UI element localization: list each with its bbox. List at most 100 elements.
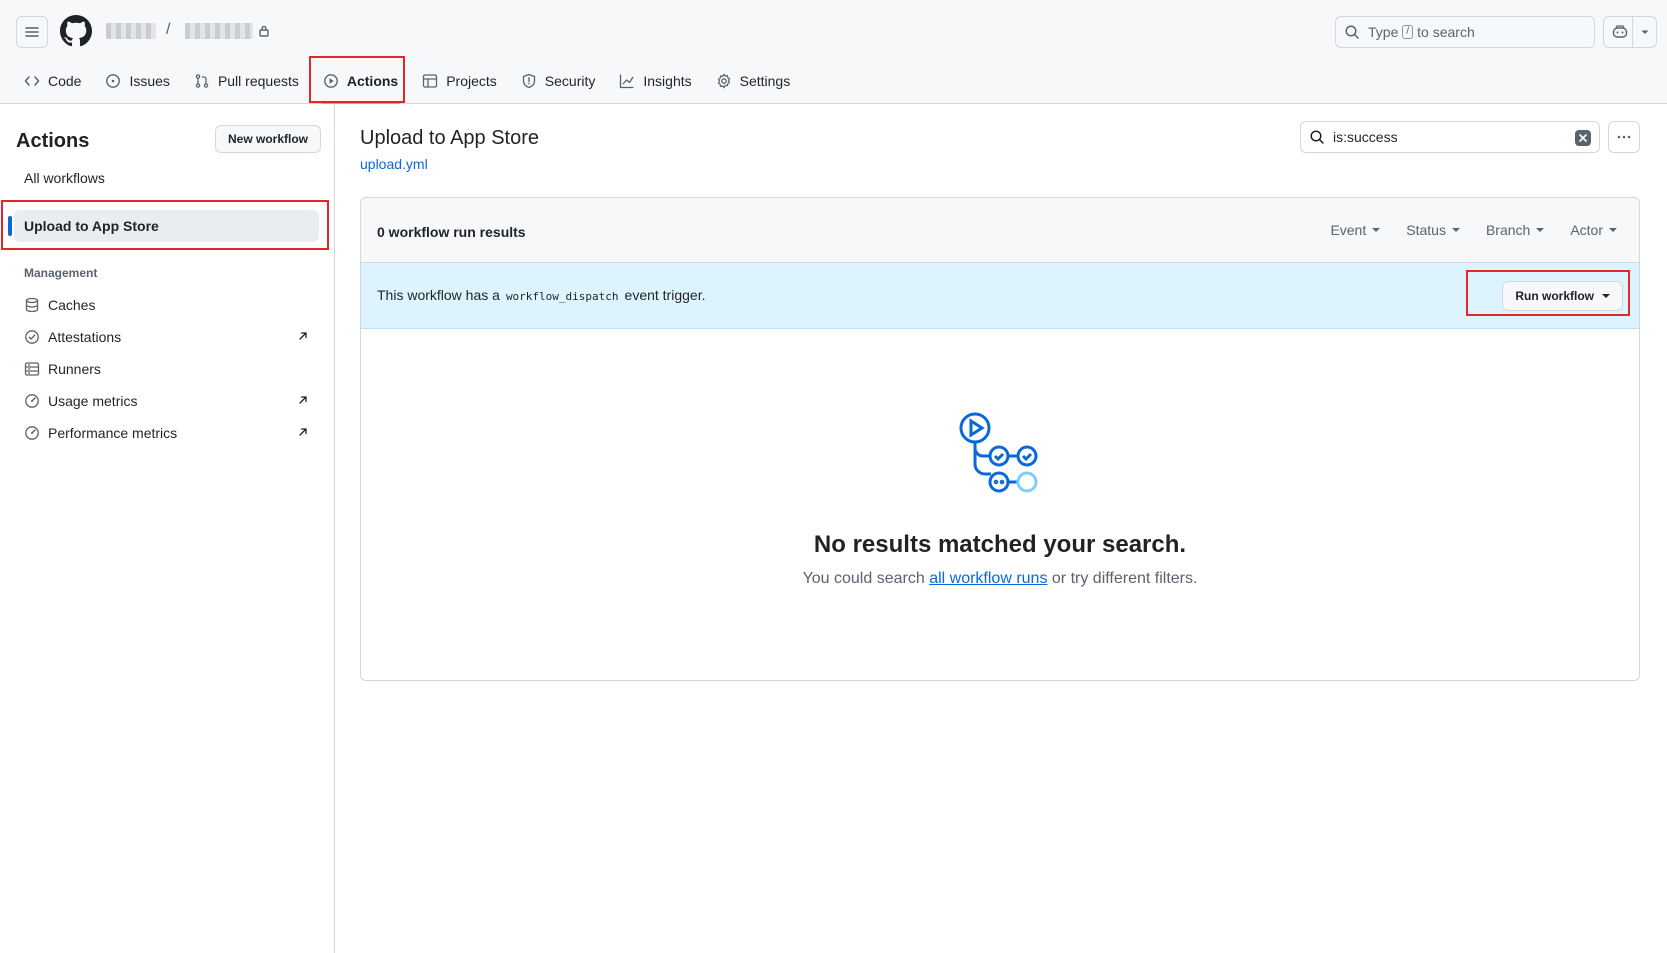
tab-insights-label: Insights (643, 73, 692, 89)
more-options-button[interactable] (1608, 121, 1640, 153)
repo-nav: Code Issues Pull requests Actions Projec… (14, 58, 804, 104)
selected-indicator (8, 216, 12, 236)
actor-filter-label: Actor (1570, 222, 1603, 238)
banner-text: This workflow has a workflow_dispatch even… (377, 287, 705, 303)
tab-issues-label: Issues (129, 73, 170, 89)
meter-icon (25, 426, 39, 440)
global-header: / Type / to search Code Issues Pull requ… (0, 0, 1667, 104)
tab-security-label: Security (544, 73, 596, 89)
search-icon (1345, 25, 1359, 39)
tab-issues[interactable]: Issues (95, 65, 179, 97)
management-heading: Management (24, 266, 98, 280)
tab-insights[interactable]: Insights (609, 65, 701, 97)
new-workflow-button[interactable]: New workflow (215, 125, 322, 153)
runners-label: Runners (48, 361, 101, 377)
empty-state-title: No results matched your search. (813, 531, 1187, 558)
server-icon (24, 362, 40, 376)
global-search[interactable]: Type / to search (1335, 16, 1595, 48)
chevron-down-icon (1641, 30, 1649, 34)
sidebar-item-usage-metrics[interactable]: Usage metrics (24, 389, 319, 413)
workflow-file-link[interactable]: upload.yml (360, 156, 428, 172)
sidebar-item-caches[interactable]: Caches (24, 293, 319, 317)
tab-pull-requests-label: Pull requests (217, 73, 299, 89)
banner-suffix: event trigger. (624, 287, 706, 303)
all-workflow-runs-link[interactable]: all workflow runs (929, 570, 1047, 587)
run-workflow-label: Run workflow (1515, 289, 1594, 303)
verified-icon (25, 330, 39, 344)
filter-dropdowns: Event Status Branch Actor (1304, 222, 1617, 238)
clear-filter-button[interactable] (1575, 130, 1591, 146)
lock-icon (259, 25, 269, 37)
gear-icon (717, 73, 730, 89)
filter-value: is:success (1333, 129, 1398, 145)
tab-pull-requests[interactable]: Pull requests (184, 65, 309, 97)
search-prefix: Type (1368, 24, 1399, 40)
external-link-icon (299, 428, 307, 436)
sidebar-item-runners[interactable]: Runners (24, 357, 319, 381)
tab-projects[interactable]: Projects (412, 65, 507, 97)
breadcrumb-repo[interactable] (185, 23, 253, 39)
copilot-icon (1612, 25, 1628, 38)
shield-icon (522, 73, 535, 89)
caret-down-icon (1602, 294, 1610, 298)
caret-down-icon (1536, 228, 1545, 232)
tab-actions[interactable]: Actions (313, 65, 408, 104)
breadcrumb-owner[interactable] (106, 23, 156, 39)
event-filter-dropdown[interactable]: Event (1330, 222, 1381, 238)
sidebar-item-attestations[interactable]: Attestations (24, 325, 319, 349)
status-filter-dropdown[interactable]: Status (1406, 222, 1460, 238)
status-filter-label: Status (1406, 222, 1446, 238)
database-icon (25, 297, 39, 313)
tab-code[interactable]: Code (14, 65, 91, 97)
attestations-label: Attestations (48, 329, 122, 345)
branch-filter-dropdown[interactable]: Branch (1486, 222, 1545, 238)
hamburger-icon (25, 27, 39, 37)
play-icon (323, 74, 338, 88)
actor-filter-dropdown[interactable]: Actor (1570, 222, 1617, 238)
workflow-runs-filter-input[interactable]: is:success (1300, 121, 1600, 153)
table-icon (423, 74, 438, 88)
performance-metrics-label: Performance metrics (48, 425, 178, 441)
caches-label: Caches (48, 297, 96, 313)
tab-code-label: Code (48, 73, 82, 89)
workflow-title: Upload to App Store (360, 127, 540, 149)
tab-projects-label: Projects (446, 73, 497, 89)
pull-request-icon (195, 74, 209, 88)
tab-settings-label: Settings (739, 73, 791, 89)
run-workflow-button[interactable]: Run workflow (1502, 281, 1623, 311)
sidebar-item-performance-metrics[interactable]: Performance metrics (24, 421, 319, 445)
search-suffix: to search (1417, 24, 1475, 40)
caret-down-icon (1372, 228, 1381, 232)
workflow-runs-box: 0 workflow run results Event Status Bran… (360, 197, 1640, 681)
selected-workflow-label: Upload to App Store (24, 218, 159, 234)
banner-code: workflow_dispatch (505, 290, 619, 303)
graph-icon (620, 74, 634, 89)
search-icon (1310, 130, 1324, 144)
github-logo-icon[interactable] (60, 15, 92, 47)
caret-down-icon (1451, 228, 1460, 232)
banner-prefix: This workflow has a (377, 287, 500, 303)
code-icon (24, 76, 40, 86)
sidebar-title: Actions (16, 130, 90, 152)
empty-suffix: or try different filters. (1051, 570, 1198, 587)
breadcrumb-separator: / (166, 21, 171, 38)
tab-actions-label: Actions (346, 73, 399, 89)
tab-security[interactable]: Security (511, 65, 606, 97)
caret-down-icon (1609, 228, 1617, 232)
sidebar: Actions New workflow All workflows Uploa… (0, 104, 335, 953)
usage-metrics-label: Usage metrics (48, 393, 138, 409)
issue-icon (106, 74, 121, 88)
sidebar-item-selected-workflow[interactable]: Upload to App Store (8, 210, 319, 242)
close-icon (1579, 134, 1587, 142)
sidebar-item-all-workflows[interactable]: All workflows (24, 170, 105, 186)
workflow-runs-header: 0 workflow run results Event Status Bran… (361, 198, 1639, 263)
empty-prefix: You could search (802, 570, 925, 587)
event-filter-label: Event (1330, 222, 1367, 238)
meter-icon (25, 394, 39, 408)
tab-settings[interactable]: Settings (706, 65, 801, 97)
results-count: 0 workflow run results (377, 224, 526, 240)
menu-button[interactable] (16, 16, 48, 48)
kebab-horizontal-icon (1617, 135, 1631, 139)
workflow-illustration-icon (959, 412, 1038, 493)
copilot-button[interactable] (1603, 16, 1657, 48)
